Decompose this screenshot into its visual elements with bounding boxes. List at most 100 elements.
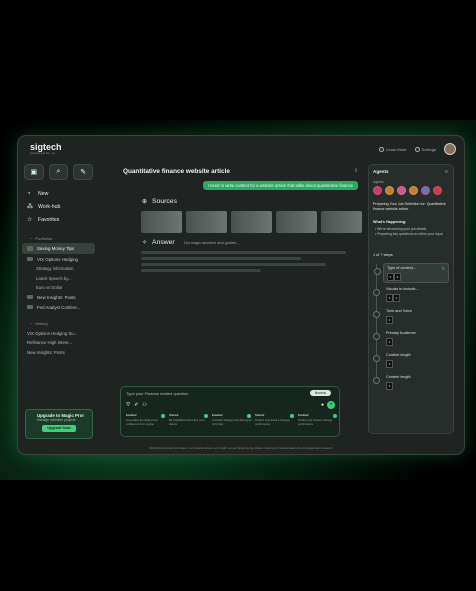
- chat-tools: ⛛ ✐ ⚇: [126, 402, 147, 408]
- chat-input-box: Type your Finance related question Norma…: [120, 386, 340, 437]
- source-thumbnails: [141, 211, 362, 233]
- sidebar-toggle-icon[interactable]: ▣: [24, 164, 44, 180]
- folder-subitem[interactable]: Strategy information: [18, 264, 99, 273]
- step-dot: [374, 268, 381, 275]
- chevron-down-icon: −: [30, 321, 33, 327]
- folder-icon: [27, 246, 33, 251]
- share-icon[interactable]: ⇪: [354, 168, 358, 174]
- check-icon: [161, 414, 165, 418]
- info-icon: [379, 146, 385, 152]
- folder-icon: [27, 294, 33, 300]
- page-title: Quantitative finance website article: [123, 168, 230, 175]
- nav-new[interactable]: ◔ New: [18, 188, 99, 200]
- check-icon: [333, 414, 337, 418]
- disclaimer: SIGTECH provides information, not financ…: [148, 446, 334, 450]
- settings-button[interactable]: Settings: [414, 146, 436, 152]
- source-card[interactable]: [141, 211, 182, 233]
- step-input[interactable]: 1: [386, 294, 393, 302]
- source-card[interactable]: [321, 211, 362, 233]
- step-input[interactable]: 2: [394, 273, 401, 281]
- agents-heading: Agents: [373, 169, 389, 174]
- folder-new-insights[interactable]: New Insights: Posts: [18, 292, 99, 302]
- nav-work-hub[interactable]: ⁂ Work-hub: [18, 200, 99, 213]
- chevron-down-icon: −: [30, 236, 33, 241]
- skeleton-line: [141, 269, 261, 272]
- whats-heading: What's Happening:: [373, 220, 407, 224]
- history-item[interactable]: New Insights: Posts: [18, 348, 99, 358]
- search-icon[interactable]: ⌕: [48, 164, 69, 180]
- history-heading[interactable]: − History: [18, 316, 99, 328]
- pencil-icon[interactable]: ✎: [442, 266, 445, 271]
- step-dot: [373, 311, 380, 318]
- step-dot: [373, 289, 380, 296]
- step-input[interactable]: 1: [386, 338, 393, 346]
- folder-vix[interactable]: VIX Options Hedging: [18, 254, 99, 264]
- top-bar: sigtech powered by ai Learn More Setting…: [18, 136, 464, 161]
- sources-icon: ⊕: [142, 199, 148, 205]
- upgrade-subtitle: Manage unlimited projects: [37, 418, 76, 422]
- filter-icon[interactable]: ⛛: [126, 402, 130, 408]
- history-item[interactable]: VIX Options Hedging Su...: [18, 328, 99, 338]
- learn-more-link[interactable]: Learn More: [379, 146, 407, 152]
- step-input[interactable]: 2: [393, 294, 400, 302]
- folder-fed-analyst[interactable]: Fed Analyst Confere...: [18, 302, 99, 312]
- step-input[interactable]: 1: [386, 360, 393, 368]
- agents-panel: Agents ⊡ Agents Preparing Your Job Defin…: [368, 164, 454, 434]
- agent-step[interactable]: Type of content... ✎ 1 2: [374, 263, 449, 283]
- agent-avatars: [373, 186, 442, 195]
- source-card[interactable]: [276, 211, 317, 233]
- agent-step[interactable]: Primary Audience 1: [373, 329, 447, 347]
- process-step: Started Be Capitalized that have more to…: [169, 414, 210, 426]
- check-icon: [247, 414, 251, 418]
- agent-step[interactable]: Visuals to include... 1 2: [373, 285, 447, 303]
- history-item[interactable]: Refinance High Intere...: [18, 338, 99, 348]
- folder-icon: [27, 304, 33, 310]
- check-icon: [204, 414, 208, 418]
- folder-subitem[interactable]: Euro vs Dollar: [18, 283, 99, 292]
- agent-avatar[interactable]: [385, 186, 394, 195]
- nav-favorites[interactable]: ☆ Favorites: [18, 213, 99, 226]
- upgrade-button[interactable]: Upgrade Now: [42, 425, 76, 432]
- attach-icon[interactable]: ✐: [134, 402, 138, 408]
- model-select[interactable]: Normal: [309, 390, 331, 396]
- process-step: Started Product cost detail a strategy p…: [255, 414, 296, 426]
- agent-avatar[interactable]: [409, 186, 418, 195]
- upgrade-card: Upgrade to Magic Pro! Manage unlimited p…: [25, 409, 93, 439]
- send-button[interactable]: +: [327, 401, 335, 409]
- gear-icon: [414, 146, 420, 152]
- agent-avatar[interactable]: [433, 186, 442, 195]
- hub-icon: ⁂: [27, 204, 33, 210]
- user-message: I need to write content for a website ar…: [202, 181, 358, 190]
- agent-step[interactable]: Tone and Voice 1: [373, 307, 447, 325]
- agent-step[interactable]: Content length 1: [373, 373, 447, 391]
- skeleton-line: [141, 263, 326, 266]
- portfolios-heading[interactable]: − Portfolios: [18, 231, 99, 243]
- close-icon[interactable]: ⊡: [445, 169, 448, 174]
- skeleton-line: [141, 257, 301, 260]
- answer-icon: ✧: [142, 240, 148, 246]
- list-item: • Preparing key questions to refine your…: [375, 231, 443, 236]
- source-card[interactable]: [186, 211, 227, 233]
- sidebar-toolbar: ▣ ⌕ ✎: [18, 161, 99, 183]
- folder-saving-money[interactable]: Saving Money Tips: [22, 243, 95, 254]
- agents-label: Agents: [373, 180, 384, 184]
- agent-avatar[interactable]: [421, 186, 430, 195]
- user-avatar[interactable]: [444, 143, 456, 155]
- process-step: Enabled Consider strategy with data type…: [212, 414, 252, 426]
- star-icon: ☆: [27, 217, 33, 223]
- step-count: 1 of 7 steps: [373, 253, 393, 257]
- agent-avatar[interactable]: [373, 186, 382, 195]
- agent-step[interactable]: Content length 1: [373, 351, 447, 369]
- users-icon[interactable]: ⚇: [142, 402, 146, 408]
- folder-subitem[interactable]: Latest Speech by...: [18, 273, 99, 282]
- step-input[interactable]: 1: [386, 382, 393, 390]
- chat-input[interactable]: Type your Finance related question: [126, 391, 188, 396]
- skeleton-line: [141, 251, 346, 254]
- step-input[interactable]: 1: [386, 316, 393, 324]
- step-dot: [373, 355, 380, 362]
- compose-icon[interactable]: ✎: [73, 164, 94, 180]
- source-card[interactable]: [231, 211, 272, 233]
- mic-icon[interactable]: ●: [321, 402, 324, 408]
- agent-avatar[interactable]: [397, 186, 406, 195]
- step-input[interactable]: 1: [387, 273, 394, 281]
